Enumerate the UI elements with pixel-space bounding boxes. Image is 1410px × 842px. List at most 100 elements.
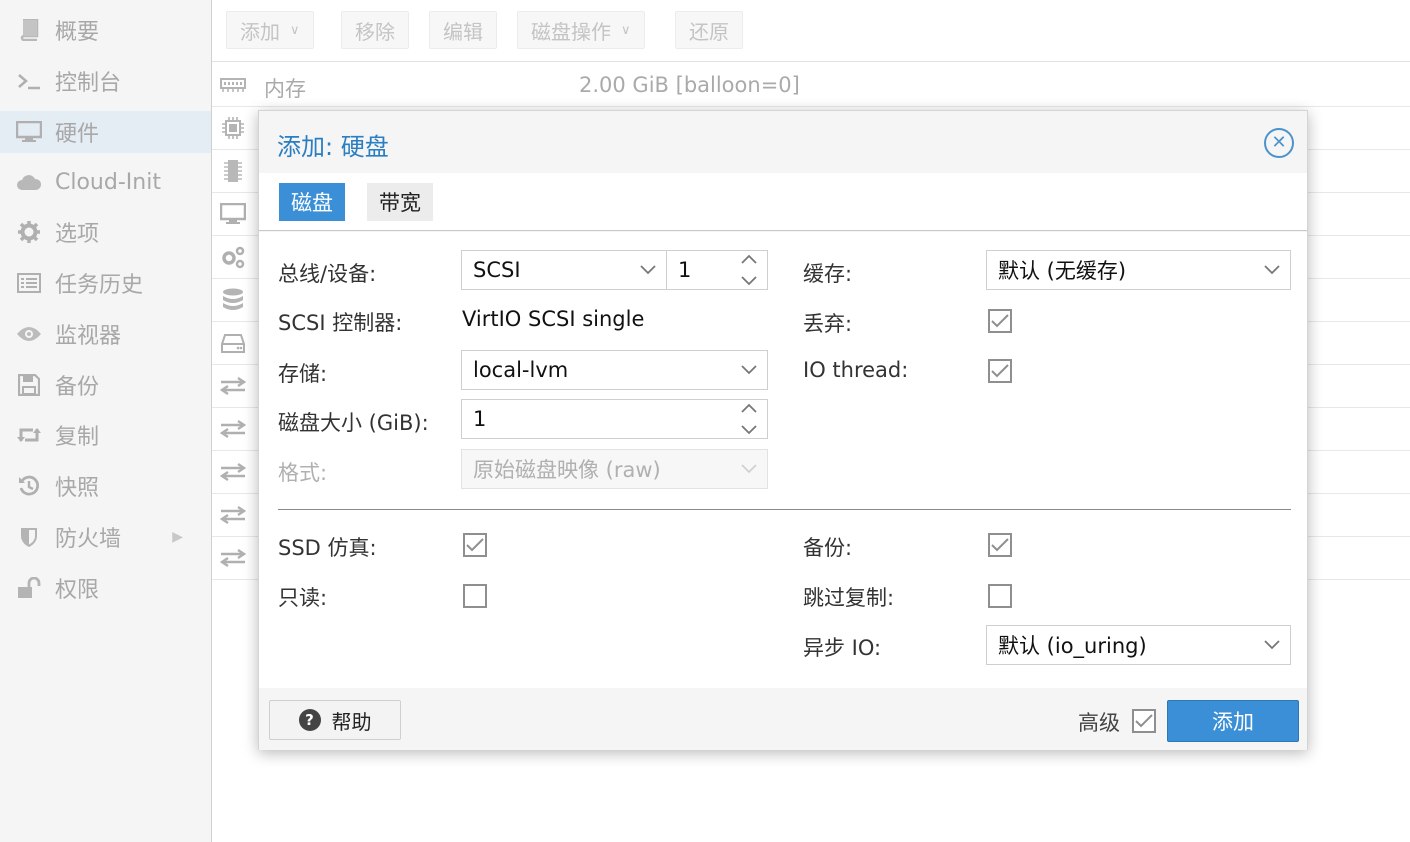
sidebar-item-label: 复制 <box>55 425 100 450</box>
cache-label: 缓存: <box>803 262 853 286</box>
sidebar-item-snapshot[interactable]: 快照 <box>0 465 211 507</box>
chevron-down-icon: ∨ <box>621 22 631 38</box>
dialog-body: 总线/设备: SCSI 1 SCSI 控制器: VirtIO SCSI sing… <box>259 232 1307 688</box>
sidebar-item-label: 监视器 <box>55 324 122 349</box>
ssd-emulation-label: SSD 仿真: <box>278 536 377 560</box>
monitor-icon <box>16 119 42 145</box>
backup-label: 备份: <box>803 536 853 560</box>
remove-button[interactable]: 移除 <box>341 11 409 49</box>
shield-icon <box>16 524 42 550</box>
unlock-icon <box>16 575 42 601</box>
add-hard-disk-dialog: 添加: 硬盘 ✕ 磁盘 带宽 总线/设备: SCSI 1 SCSI 控制器: V… <box>258 110 1308 750</box>
read-only-checkbox[interactable] <box>463 584 487 608</box>
dialog-title: 添加: 硬盘 <box>277 133 389 161</box>
async-io-select[interactable]: 默认 (io_uring) <box>986 625 1291 665</box>
dialog-tabbar: 磁盘 带宽 <box>259 173 1307 231</box>
chevron-down-icon[interactable] <box>1264 626 1280 664</box>
skip-replication-checkbox[interactable] <box>988 584 1012 608</box>
skip-replication-label: 跳过复制: <box>803 586 895 610</box>
io-thread-checkbox[interactable] <box>988 359 1012 383</box>
sidebar-item-monitor[interactable]: 监视器 <box>0 313 211 355</box>
sidebar-item-firewall[interactable]: 防火墙 ▶ <box>0 516 211 558</box>
ssd-emulation-checkbox[interactable] <box>463 533 487 557</box>
tab-disk[interactable]: 磁盘 <box>279 183 345 221</box>
add-submit-button[interactable]: 添加 <box>1167 700 1299 742</box>
chevron-down-icon[interactable] <box>1264 251 1280 289</box>
chevron-down-icon[interactable] <box>640 251 656 289</box>
advanced-label: 高级 <box>1078 711 1120 735</box>
floppy-icon <box>16 372 42 398</box>
disk-size-label: 磁盘大小 (GiB): <box>278 411 429 435</box>
storage-select[interactable]: local-lvm <box>461 350 768 390</box>
cache-select[interactable]: 默认 (无缓存) <box>986 250 1291 290</box>
sidebar-item-cloud-init[interactable]: Cloud-Init <box>0 161 211 203</box>
book-icon <box>16 17 42 43</box>
edit-button[interactable]: 编辑 <box>429 11 497 49</box>
sidebar-item-label: 快照 <box>55 476 100 501</box>
exchange-icon <box>220 416 246 442</box>
exchange-icon <box>220 373 246 399</box>
io-thread-label: IO thread: <box>803 358 909 382</box>
help-button[interactable]: ? 帮助 <box>269 700 401 740</box>
cloud-icon <box>16 169 42 195</box>
sidebar-item-permissions[interactable]: 权限 <box>0 567 211 609</box>
sidebar-item-label: 控制台 <box>55 71 122 96</box>
sidebar-item-console[interactable]: 控制台 <box>0 60 211 102</box>
sidebar-item-task-history[interactable]: 任务历史 <box>0 262 211 304</box>
sidebar-item-hardware[interactable]: 硬件 <box>0 111 211 153</box>
bus-select[interactable]: SCSI <box>461 250 667 290</box>
exchange-icon <box>220 502 246 528</box>
dialog-header[interactable]: 添加: 硬盘 ✕ <box>259 111 1307 173</box>
dialog-footer: ? 帮助 高级 添加 <box>259 688 1307 750</box>
async-io-label: 异步 IO: <box>803 636 882 660</box>
history-icon <box>16 473 42 499</box>
sidebar: 概要 控制台 硬件 Cloud-Init 选项 任务历史 监视器 备份 复制 快… <box>0 0 212 842</box>
hdd-icon <box>220 330 246 356</box>
tab-bandwidth[interactable]: 带宽 <box>367 183 433 221</box>
sidebar-item-label: 防火墙 <box>55 527 122 552</box>
sidebar-item-label: 概要 <box>55 20 100 45</box>
sidebar-item-label: 权限 <box>55 578 100 603</box>
exchange-icon <box>220 545 246 571</box>
revert-button[interactable]: 还原 <box>675 11 743 49</box>
hardware-row-memory[interactable]: 内存 2.00 GiB [balloon=0] <box>212 64 1410 107</box>
sidebar-item-replication[interactable]: 复制 <box>0 414 211 456</box>
hardware-value: 2.00 GiB [balloon=0] <box>579 73 800 97</box>
section-divider <box>278 509 1291 510</box>
format-select: 原始磁盘映像 (raw) <box>461 449 768 489</box>
expand-arrow-icon[interactable]: ▶ <box>172 529 183 545</box>
gears-icon <box>220 244 246 270</box>
disk-action-button[interactable]: 磁盘操作 ∨ <box>517 11 645 49</box>
spinner-arrows-icon[interactable] <box>741 254 757 286</box>
discard-label: 丢弃: <box>803 312 853 336</box>
terminal-icon <box>16 68 42 94</box>
discard-checkbox[interactable] <box>988 309 1012 333</box>
advanced-checkbox[interactable] <box>1132 709 1156 733</box>
exchange-icon <box>220 459 246 485</box>
retweet-icon <box>16 422 42 448</box>
sidebar-item-label: 硬件 <box>55 122 100 147</box>
sidebar-item-backup[interactable]: 备份 <box>0 364 211 406</box>
disk-size-input[interactable]: 1 <box>461 399 768 439</box>
close-icon[interactable]: ✕ <box>1264 128 1294 158</box>
chevron-down-icon[interactable] <box>741 351 757 389</box>
question-icon: ? <box>298 709 321 731</box>
hardware-name: 内存 <box>264 77 306 101</box>
sidebar-item-label: 备份 <box>55 375 100 400</box>
sidebar-item-summary[interactable]: 概要 <box>0 9 211 51</box>
sidebar-item-options[interactable]: 选项 <box>0 211 211 253</box>
list-icon <box>16 270 42 296</box>
spinner-arrows-icon[interactable] <box>741 403 757 435</box>
device-number-spinner[interactable]: 1 <box>666 250 768 290</box>
chevron-down-icon: ∨ <box>290 22 300 38</box>
add-button[interactable]: 添加 ∨ <box>226 11 314 49</box>
hardware-toolbar: 添加 ∨ 移除 编辑 磁盘操作 ∨ 还原 <box>212 0 1410 62</box>
sidebar-item-label: Cloud-Init <box>55 169 161 195</box>
bus-device-label: 总线/设备: <box>278 262 377 286</box>
storage-label: 存储: <box>278 362 328 386</box>
cpu-icon <box>220 115 246 141</box>
scsi-controller-label: SCSI 控制器: <box>278 311 403 335</box>
database-icon <box>220 287 246 313</box>
sidebar-item-label: 选项 <box>55 222 100 247</box>
backup-checkbox[interactable] <box>988 533 1012 557</box>
